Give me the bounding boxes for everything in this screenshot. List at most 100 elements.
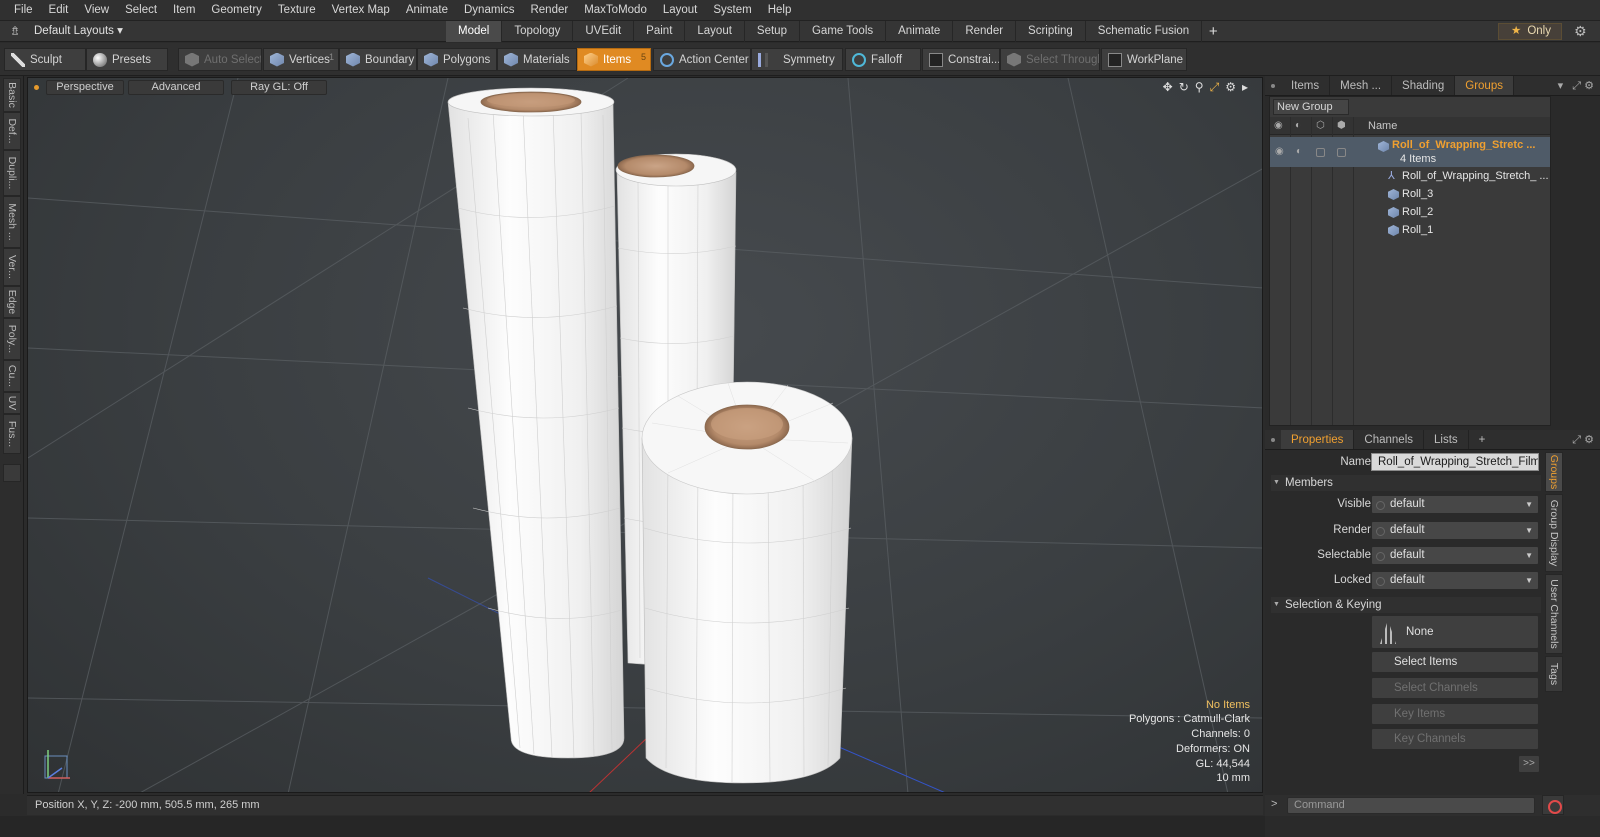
menu-maxtomodo[interactable]: MaxToModo xyxy=(576,0,655,21)
left-tab-9[interactable]: Fus... xyxy=(3,414,21,454)
locked-select[interactable]: default ▼ xyxy=(1371,571,1539,590)
tab-user-channels[interactable]: User Channels xyxy=(1545,574,1563,654)
roll-3-mesh[interactable] xyxy=(447,87,625,759)
menu-help[interactable]: Help xyxy=(760,0,800,21)
command-clear-icon[interactable] xyxy=(1542,795,1564,815)
view-mode-button[interactable]: Perspective xyxy=(46,80,124,95)
lock-icon[interactable]: ⬡ xyxy=(1316,120,1325,131)
layout-tab-scripting[interactable]: Scripting xyxy=(1016,21,1086,42)
name-column-header[interactable]: Name xyxy=(1368,117,1397,135)
selectable-select[interactable]: default ▼ xyxy=(1371,546,1539,565)
only-button[interactable]: ★ Only xyxy=(1498,23,1562,40)
select-icon[interactable]: ⬢ xyxy=(1337,120,1346,131)
left-tab-7[interactable]: Cu... xyxy=(3,360,21,392)
layout-tab-setup[interactable]: Setup xyxy=(745,21,800,42)
zoom-view-icon[interactable]: ⚲ xyxy=(1195,80,1204,95)
menu-select[interactable]: Select xyxy=(117,0,165,21)
auto-select-button[interactable]: Auto Select xyxy=(178,48,262,71)
layout-tab-paint[interactable]: Paint xyxy=(634,21,686,42)
layout-tab-animate[interactable]: Animate xyxy=(886,21,954,42)
key-channels-button[interactable]: Key Channels xyxy=(1371,728,1539,750)
menu-item[interactable]: Item xyxy=(165,0,203,21)
none-button[interactable]: None xyxy=(1371,615,1539,649)
tab-items[interactable]: Items xyxy=(1281,76,1331,95)
presets-button[interactable]: Presets xyxy=(86,48,168,71)
layout-selector[interactable]: Default Layouts ▾ xyxy=(34,21,123,42)
menu-render[interactable]: Render xyxy=(522,0,576,21)
layout-tab-game-tools[interactable]: Game Tools xyxy=(800,21,887,42)
raygl-button[interactable]: Ray GL: Off xyxy=(231,80,327,95)
more-button[interactable]: >> xyxy=(1518,755,1540,773)
tab-channels[interactable]: Channels xyxy=(1354,430,1425,449)
left-tab-5[interactable]: Edge xyxy=(3,286,21,318)
menu-geometry[interactable]: Geometry xyxy=(203,0,270,21)
tab-lists[interactable]: Lists xyxy=(1424,430,1469,449)
vertices-button[interactable]: Vertices 1 xyxy=(263,48,339,71)
tab-shading[interactable]: Shading xyxy=(1392,76,1456,95)
menu-animate[interactable]: Animate xyxy=(398,0,456,21)
maximize-view-icon[interactable]: ⤢ xyxy=(1210,80,1220,95)
panel-corner-icons[interactable]: ▾ ⤢ ⚙ xyxy=(1558,76,1600,95)
group-child-row[interactable]: Roll_1 xyxy=(1270,222,1550,240)
viewport-gear-icon[interactable]: ⚙ xyxy=(1225,80,1236,95)
layout-tab-model[interactable]: Model xyxy=(446,21,503,42)
layout-tab-layout[interactable]: Layout xyxy=(685,21,745,42)
workplane-button[interactable]: WorkPlane xyxy=(1101,48,1187,71)
menu-view[interactable]: View xyxy=(76,0,117,21)
add-layout-icon[interactable]: + xyxy=(1202,21,1224,42)
group-child-row[interactable]: ⅄ Roll_of_Wrapping_Stretch_ ... xyxy=(1270,168,1550,186)
left-tab-4[interactable]: Ver... xyxy=(3,248,21,286)
panel-dot-icon[interactable] xyxy=(1265,430,1281,449)
members-section[interactable]: Members xyxy=(1271,475,1541,491)
chevron-right-icon[interactable]: > xyxy=(1271,798,1277,810)
key-items-button[interactable]: Key Items xyxy=(1371,703,1539,725)
tab-tags[interactable]: Tags xyxy=(1545,656,1563,692)
select-items-button[interactable]: Select Items xyxy=(1371,651,1539,673)
tab-groups-vertical[interactable]: Groups xyxy=(1545,452,1563,492)
menu-edit[interactable]: Edit xyxy=(41,0,77,21)
left-tab-6[interactable]: Poly... xyxy=(3,318,21,360)
advanced-button[interactable]: Advanced xyxy=(128,80,224,95)
render-select[interactable]: default ▼ xyxy=(1371,521,1539,540)
name-field[interactable]: Roll_of_Wrapping_Stretch_Film_3 xyxy=(1371,453,1539,471)
tab-groups[interactable]: Groups xyxy=(1455,76,1514,95)
viewport-dot-icon[interactable] xyxy=(34,85,39,90)
left-tab-2[interactable]: Dupli... xyxy=(3,150,21,196)
menu-file[interactable]: File xyxy=(6,0,41,21)
left-tab-8[interactable]: UV xyxy=(3,392,21,414)
visibility-eye-icon[interactable]: ◉ xyxy=(1274,120,1283,131)
left-tab-3[interactable]: Mesh ... xyxy=(3,196,21,248)
layout-tab-render[interactable]: Render xyxy=(953,21,1017,42)
action-center-button[interactable]: Action Center xyxy=(653,48,751,71)
move-view-icon[interactable]: ✥ xyxy=(1163,80,1173,95)
left-tab-1[interactable]: Def... xyxy=(3,112,21,150)
boundary-button[interactable]: Boundary xyxy=(339,48,417,71)
materials-button[interactable]: Materials xyxy=(497,48,577,71)
constraints-button[interactable]: Constrai... xyxy=(922,48,1000,71)
row-render-icon[interactable]: ◐ xyxy=(1296,146,1302,157)
row-lock-toggle[interactable] xyxy=(1316,148,1325,157)
left-tab-extra-button[interactable] xyxy=(3,464,21,482)
panel-corner-icons[interactable]: ⤢ ⚙ xyxy=(1572,430,1600,449)
menu-vertex-map[interactable]: Vertex Map xyxy=(324,0,398,21)
menu-dynamics[interactable]: Dynamics xyxy=(456,0,522,21)
viewport-scene[interactable] xyxy=(28,78,1263,793)
group-child-row[interactable]: Roll_3 xyxy=(1270,186,1550,204)
menu-texture[interactable]: Texture xyxy=(270,0,324,21)
selection-keying-section[interactable]: Selection & Keying xyxy=(1271,597,1541,613)
menu-system[interactable]: System xyxy=(705,0,759,21)
rotate-view-icon[interactable]: ↻ xyxy=(1179,80,1189,95)
layout-tab-topology[interactable]: Topology xyxy=(502,21,574,42)
sculpt-button[interactable]: Sculpt xyxy=(4,48,86,71)
group-row-root[interactable]: ◉ ◐ Roll_of_Wrapping_Stretc ... 4 Items xyxy=(1270,137,1550,167)
layout-tab-schematic-fusion[interactable]: Schematic Fusion xyxy=(1086,21,1203,42)
polygons-button[interactable]: Polygons xyxy=(417,48,497,71)
layout-tab-uvedit[interactable]: UVEdit xyxy=(573,21,635,42)
select-channels-button[interactable]: Select Channels xyxy=(1371,677,1539,699)
roll-1-mesh[interactable] xyxy=(641,381,853,784)
group-child-row[interactable]: Roll_2 xyxy=(1270,204,1550,222)
symmetry-button[interactable]: Symmetry xyxy=(751,48,843,71)
render-icon[interactable]: ◐ xyxy=(1295,120,1301,131)
left-tab-0[interactable]: Basic xyxy=(3,78,21,112)
3d-viewport[interactable]: Perspective Advanced Ray GL: Off ✥ ↻ ⚲ ⤢… xyxy=(27,77,1263,793)
